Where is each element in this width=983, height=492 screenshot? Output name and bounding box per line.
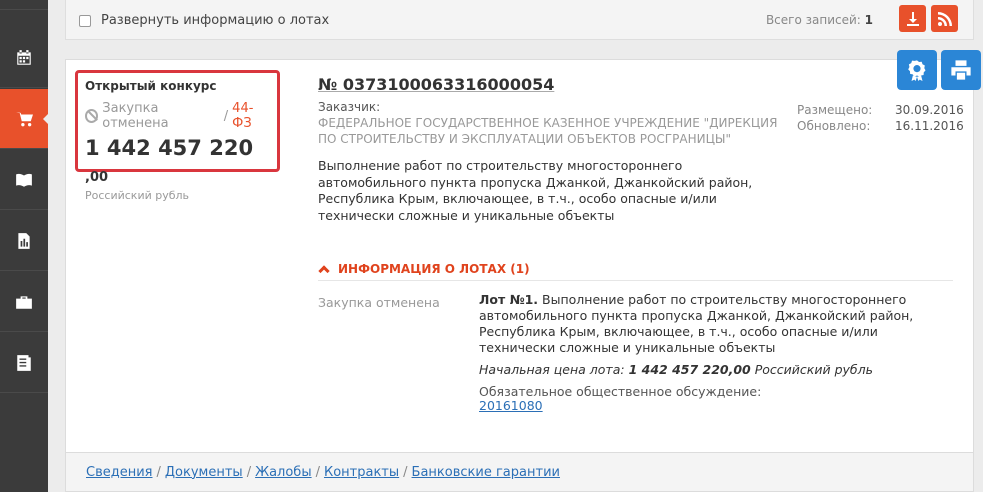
award-button[interactable]	[897, 50, 937, 90]
law-badge: 44-ФЗ	[232, 101, 254, 131]
price-cents: ,00	[85, 170, 109, 185]
cart-icon	[16, 111, 33, 126]
customer-label: Заказчик:	[318, 100, 381, 114]
award-icon	[908, 60, 926, 81]
lot-description: Выполнение работ по строительству многос…	[479, 292, 914, 355]
book-icon	[16, 173, 32, 187]
link-bank-guarantees[interactable]: Банковские гарантии	[412, 465, 560, 480]
sidebar-item-documents[interactable]	[0, 333, 48, 393]
posted-label: Размещено:	[797, 103, 873, 117]
lot-price-currency: Российский рубль	[754, 362, 873, 377]
link-separator: /	[315, 464, 320, 480]
sidebar-item-catalog[interactable]	[0, 150, 48, 210]
lots-header-label: ИНФОРМАЦИЯ О ЛОТАХ (1)	[338, 261, 530, 276]
link-complaints[interactable]: Жалобы	[255, 465, 312, 480]
card-links-bar: Сведения / Документы / Жалобы / Контракт…	[65, 453, 974, 492]
purchase-card: Открытый конкурс Закупка отменена / 44-Ф…	[65, 59, 974, 453]
updated-label: Обновлено:	[797, 119, 871, 133]
lot-price-label: Начальная цена лота:	[479, 362, 625, 377]
total-records-label: Всего записей:	[765, 13, 861, 27]
calendar-icon	[17, 49, 31, 65]
expand-lots-label: Развернуть информацию о лотах	[101, 13, 330, 28]
sidebar	[0, 0, 48, 492]
purchase-status: Закупка отменена / 44-ФЗ	[85, 101, 270, 131]
print-button[interactable]	[941, 50, 981, 90]
total-records-count: 1	[864, 13, 873, 27]
sidebar-item-reports[interactable]	[0, 211, 48, 271]
purchase-description: Выполнение работ по строительству многос…	[318, 158, 753, 223]
print-icon	[951, 60, 971, 80]
expand-lots-toggle[interactable]: Развернуть информацию о лотах	[79, 13, 329, 28]
sidebar-item-portfolio[interactable]	[0, 272, 48, 332]
status-separator: /	[223, 108, 229, 124]
initial-price: 1 442 457 220 ,00	[85, 135, 270, 191]
total-records: Всего записей: 1	[766, 13, 873, 27]
link-separator: /	[246, 464, 252, 480]
updated-value: 16.11.2016	[895, 119, 964, 133]
lot-title: Лот №1. Выполнение работ по строительств…	[479, 292, 954, 356]
sidebar-item-purchases[interactable]	[0, 89, 48, 149]
customer-name: ФЕДЕРАЛЬНОЕ ГОСУДАРСТВЕННОЕ КАЗЕННОЕ УЧР…	[318, 116, 778, 146]
document-icon	[17, 354, 31, 371]
link-documents[interactable]: Документы	[165, 465, 243, 480]
download-icon	[906, 11, 919, 26]
cancel-icon	[85, 109, 99, 123]
lot-number: Лот №1.	[479, 292, 539, 307]
procedure-type: Открытый конкурс	[85, 79, 217, 93]
sidebar-item-calendar[interactable]	[0, 28, 48, 88]
public-discussion-link[interactable]: 20161080	[479, 398, 543, 413]
sidebar-item-home[interactable]	[0, 0, 48, 10]
expand-lots-checkbox[interactable]	[79, 14, 91, 27]
purchase-number-link[interactable]: № 0373100063316000054	[318, 75, 554, 94]
lot-price: Начальная цена лота: 1 442 457 220,00 Ро…	[479, 362, 873, 377]
link-contracts[interactable]: Контракты	[324, 465, 399, 480]
lots-toggle[interactable]: ИНФОРМАЦИЯ О ЛОТАХ (1)	[318, 257, 953, 281]
lot-price-value: 1 442 457 220,00	[628, 362, 751, 377]
posted-value: 30.09.2016	[895, 103, 964, 117]
rss-button[interactable]	[931, 5, 958, 32]
link-info[interactable]: Сведения	[86, 465, 153, 480]
download-button[interactable]	[899, 5, 926, 32]
briefcase-icon	[16, 295, 32, 309]
purchase-summary: Открытый конкурс Закупка отменена / 44-Ф…	[75, 70, 280, 202]
link-separator: /	[156, 464, 161, 480]
public-discussion-label: Обязательное общественное обсуждение:	[479, 384, 762, 399]
chevron-up-icon	[318, 264, 330, 277]
dates-block: Размещено: 30.09.2016 Обновлено: 16.11.2…	[797, 102, 964, 134]
rss-icon	[937, 11, 952, 26]
status-text: Закупка отменена	[102, 101, 169, 131]
report-icon	[18, 232, 30, 249]
link-separator: /	[403, 464, 408, 480]
lot-status: Закупка отменена	[318, 295, 440, 310]
results-toolbar: Развернуть информацию о лотах Всего запи…	[65, 0, 974, 40]
currency: Российский рубль	[85, 189, 190, 202]
price-main: 1 442 457 220	[85, 136, 254, 160]
